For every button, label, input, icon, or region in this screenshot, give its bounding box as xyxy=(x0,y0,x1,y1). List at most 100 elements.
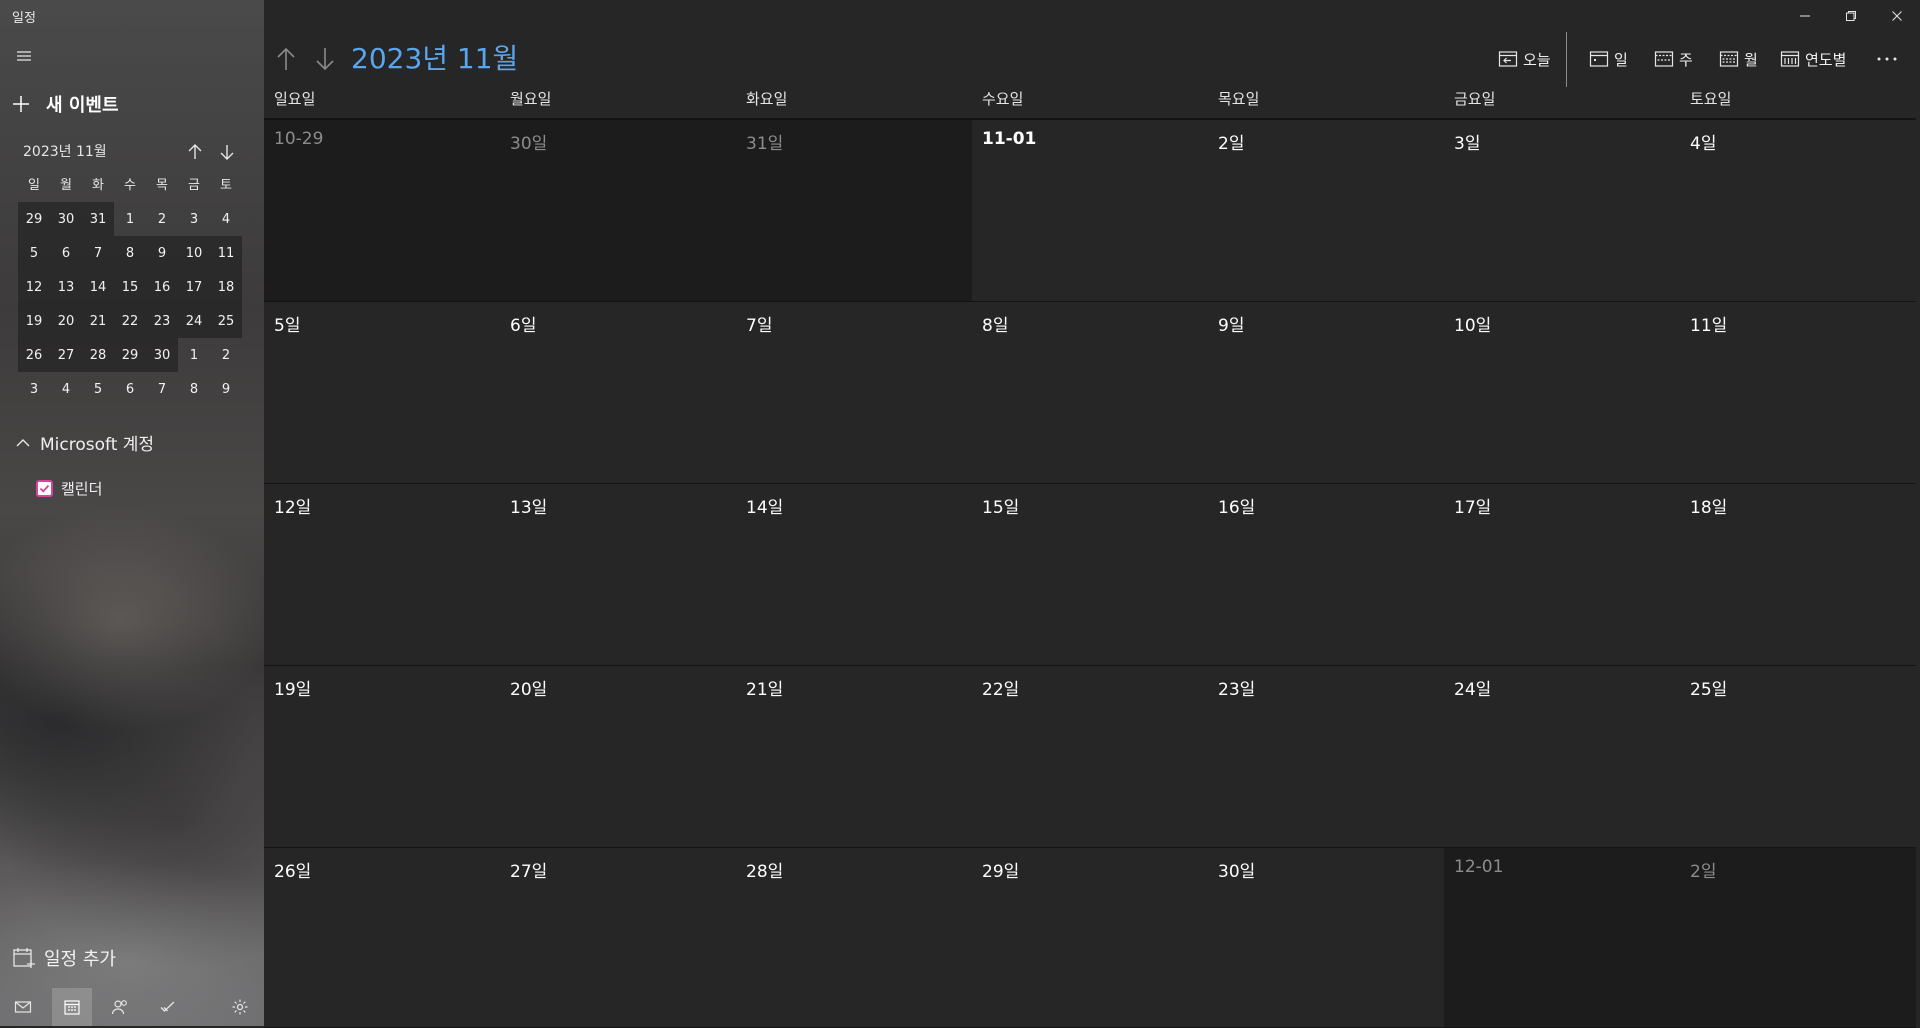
mini-calendar-day[interactable]: 3 xyxy=(178,202,210,236)
mini-calendar-day[interactable]: 12 xyxy=(18,270,50,304)
day-cell[interactable]: 16일 xyxy=(1208,484,1444,666)
mini-calendar-day[interactable]: 9 xyxy=(210,372,242,406)
mini-calendar-day[interactable]: 11 xyxy=(210,236,242,270)
mini-calendar-day[interactable]: 4 xyxy=(210,202,242,236)
add-calendar-button[interactable]: 일정 추가 xyxy=(12,945,116,971)
mini-calendar-day[interactable]: 6 xyxy=(50,236,82,270)
day-cell[interactable]: 10-29 xyxy=(264,120,500,302)
day-cell[interactable]: 10일 xyxy=(1444,302,1680,484)
month-title[interactable]: 2023년 11월 xyxy=(351,37,518,77)
calendar-item[interactable]: 캘린더 xyxy=(36,478,102,499)
calendar-checkbox[interactable] xyxy=(36,480,53,497)
mini-calendar-day[interactable]: 14 xyxy=(82,270,114,304)
day-cell[interactable]: 2일 xyxy=(1680,848,1916,1028)
mini-calendar-day[interactable]: 8 xyxy=(178,372,210,406)
day-cell[interactable]: 24일 xyxy=(1444,666,1680,848)
mini-calendar-day[interactable]: 16 xyxy=(146,270,178,304)
day-cell[interactable]: 30일 xyxy=(500,120,736,302)
day-cell[interactable]: 8일 xyxy=(972,302,1208,484)
day-cell[interactable]: 3일 xyxy=(1444,120,1680,302)
mini-calendar-day[interactable]: 8 xyxy=(114,236,146,270)
day-cell[interactable]: 19일 xyxy=(264,666,500,848)
mini-calendar-day[interactable]: 29 xyxy=(114,338,146,372)
day-cell[interactable]: 27일 xyxy=(500,848,736,1028)
calendar-nav-button[interactable] xyxy=(52,988,92,1026)
mini-calendar-day[interactable]: 1 xyxy=(114,202,146,236)
day-cell[interactable]: 30일 xyxy=(1208,848,1444,1028)
day-cell[interactable]: 11-01 xyxy=(972,120,1208,302)
mini-calendar-day[interactable]: 5 xyxy=(18,236,50,270)
day-cell[interactable]: 5일 xyxy=(264,302,500,484)
mini-calendar-day[interactable]: 1 xyxy=(178,338,210,372)
day-cell[interactable]: 9일 xyxy=(1208,302,1444,484)
mail-nav-button[interactable] xyxy=(3,988,43,1026)
settings-nav-button[interactable] xyxy=(220,988,260,1026)
mini-calendar-day[interactable]: 25 xyxy=(210,304,242,338)
day-cell[interactable]: 18일 xyxy=(1680,484,1916,666)
more-options-button[interactable] xyxy=(1867,46,1907,72)
mini-calendar-day[interactable]: 17 xyxy=(178,270,210,304)
mini-calendar-day[interactable]: 2 xyxy=(146,202,178,236)
day-cell[interactable]: 14일 xyxy=(736,484,972,666)
mini-calendar-day[interactable]: 3 xyxy=(18,372,50,406)
day-cell[interactable]: 29일 xyxy=(972,848,1208,1028)
mini-calendar-day[interactable]: 23 xyxy=(146,304,178,338)
mini-calendar-day[interactable]: 4 xyxy=(50,372,82,406)
mini-calendar-day[interactable]: 19 xyxy=(18,304,50,338)
mini-calendar-day[interactable]: 6 xyxy=(114,372,146,406)
mini-calendar-day[interactable]: 29 xyxy=(18,202,50,236)
mini-calendar-day[interactable]: 28 xyxy=(82,338,114,372)
mini-calendar-day[interactable]: 18 xyxy=(210,270,242,304)
day-cell[interactable]: 7일 xyxy=(736,302,972,484)
mini-calendar-day[interactable]: 26 xyxy=(18,338,50,372)
mini-calendar-prev-button[interactable] xyxy=(184,141,206,163)
new-event-button[interactable]: 새 이벤트 xyxy=(10,90,119,118)
mini-calendar-day[interactable]: 27 xyxy=(50,338,82,372)
mini-calendar-next-button[interactable] xyxy=(216,141,238,163)
next-month-button[interactable] xyxy=(310,44,340,74)
day-cell[interactable]: 21일 xyxy=(736,666,972,848)
people-nav-button[interactable] xyxy=(100,988,140,1026)
mini-calendar-day[interactable]: 7 xyxy=(146,372,178,406)
day-cell[interactable]: 28일 xyxy=(736,848,972,1028)
mini-calendar-day[interactable]: 2 xyxy=(210,338,242,372)
day-cell[interactable]: 31일 xyxy=(736,120,972,302)
mini-calendar-day[interactable]: 5 xyxy=(82,372,114,406)
mini-calendar-day[interactable]: 7 xyxy=(82,236,114,270)
day-cell[interactable]: 12-01 xyxy=(1444,848,1680,1028)
day-cell[interactable]: 4일 xyxy=(1680,120,1916,302)
week-view-button[interactable]: 주 xyxy=(1654,46,1693,72)
day-cell[interactable]: 6일 xyxy=(500,302,736,484)
mini-calendar-day[interactable]: 13 xyxy=(50,270,82,304)
day-cell[interactable]: 11일 xyxy=(1680,302,1916,484)
day-cell[interactable]: 23일 xyxy=(1208,666,1444,848)
mini-calendar-day[interactable]: 30 xyxy=(146,338,178,372)
day-view-button[interactable]: 일 xyxy=(1589,46,1628,72)
mini-calendar-day[interactable]: 21 xyxy=(82,304,114,338)
month-view-button[interactable]: 월 xyxy=(1719,46,1758,72)
hamburger-menu-button[interactable] xyxy=(10,44,38,68)
day-cell[interactable]: 22일 xyxy=(972,666,1208,848)
day-cell[interactable]: 2일 xyxy=(1208,120,1444,302)
day-cell[interactable]: 12일 xyxy=(264,484,500,666)
year-view-button[interactable]: 연도별 xyxy=(1780,46,1846,72)
today-button[interactable]: 오늘 xyxy=(1498,46,1551,72)
day-cell[interactable]: 13일 xyxy=(500,484,736,666)
mini-calendar-day[interactable]: 9 xyxy=(146,236,178,270)
day-cell[interactable]: 25일 xyxy=(1680,666,1916,848)
minimize-button[interactable] xyxy=(1782,0,1828,32)
restore-button[interactable] xyxy=(1828,0,1874,32)
day-cell[interactable]: 15일 xyxy=(972,484,1208,666)
account-toggle[interactable]: Microsoft 계정 xyxy=(14,430,154,455)
close-button[interactable] xyxy=(1874,0,1920,32)
day-cell[interactable]: 20일 xyxy=(500,666,736,848)
day-cell[interactable]: 17일 xyxy=(1444,484,1680,666)
prev-month-button[interactable] xyxy=(271,44,301,74)
todo-nav-button[interactable] xyxy=(148,988,188,1026)
mini-calendar-day[interactable]: 22 xyxy=(114,304,146,338)
mini-calendar-day[interactable]: 20 xyxy=(50,304,82,338)
mini-calendar-day[interactable]: 15 xyxy=(114,270,146,304)
mini-calendar-day[interactable]: 31 xyxy=(82,202,114,236)
mini-calendar-day[interactable]: 10 xyxy=(178,236,210,270)
mini-calendar-day[interactable]: 30 xyxy=(50,202,82,236)
